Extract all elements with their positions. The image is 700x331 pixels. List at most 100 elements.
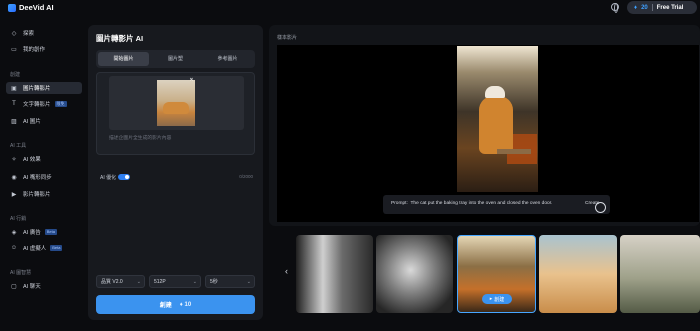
- diamond-icon: ♦: [634, 4, 638, 11]
- image-icon: ▨: [11, 118, 17, 125]
- sidebar-item-label: 我的創作: [23, 47, 46, 53]
- sidebar-item-label: AI 虛擬人: [23, 246, 47, 252]
- prompt-text: The cat put the baking tray into the ove…: [410, 201, 553, 206]
- section-label-ai-tools: AI 工具: [10, 143, 27, 149]
- avatar-icon: ☺: [10, 245, 18, 251]
- sidebar-item-ai-avatar[interactable]: ☺ AI 虛擬人 Beta: [6, 242, 82, 254]
- quality-select-value: 品質 V2.0: [101, 279, 123, 285]
- tray-shape: [497, 149, 531, 154]
- ai-optimize-row: AI 優化 0/2000: [96, 173, 255, 181]
- ai-optimize-toggle[interactable]: [118, 174, 130, 180]
- gallery-card[interactable]: [296, 235, 373, 313]
- char-count: 0/2000: [239, 174, 253, 179]
- status-badge: Beta: [44, 229, 57, 235]
- free-trial-label: Free Trial: [656, 4, 684, 11]
- deevid-logo-icon: [8, 3, 16, 12]
- generate-label: 創建: [159, 303, 172, 309]
- app-logo[interactable]: DeeVid AI: [8, 3, 54, 12]
- sidebar-item-label: 文字轉影片: [23, 102, 51, 108]
- sidebar-item-ai-chat[interactable]: ▢ AI 聊天: [6, 280, 82, 292]
- page-title: 圖片轉影片 AI: [96, 34, 144, 43]
- sidebar-item-my-creations[interactable]: ▭ 我的創作: [6, 43, 82, 55]
- image-video-icon: ▣: [11, 85, 17, 92]
- sidebar-item-label: 探索: [23, 31, 35, 37]
- resolution-select[interactable]: 512P ⌄: [149, 275, 201, 288]
- status-badge: Beta: [50, 245, 63, 251]
- prompt-input[interactable]: 描述企圖片全生成的影片內容: [109, 134, 171, 141]
- sidebar-item-ai-image[interactable]: ▨ AI 圖片: [6, 115, 82, 127]
- cat-shape: [479, 96, 513, 154]
- video-icon: ▶: [11, 191, 17, 198]
- sidebar-item-label: AI 效果: [23, 157, 41, 163]
- credit-count: 20: [641, 4, 648, 11]
- tab-reference-image[interactable]: 參考圖片: [202, 52, 253, 66]
- sidebar-item-label: 圖片轉影片: [23, 86, 51, 92]
- mode-tabs: 開始圖片 圖片塑 參考圖片: [96, 50, 255, 68]
- duration-select[interactable]: 5秒 ⌄: [205, 275, 255, 288]
- gallery-card[interactable]: [539, 235, 617, 313]
- sidebar-item-label: 影片轉影片: [23, 192, 51, 198]
- globe-icon[interactable]: [611, 3, 619, 13]
- sidebar-item-lip-sync[interactable]: ◉ AI 嘴形同步: [6, 171, 82, 183]
- section-label-ai-marketing: AI 行銷: [10, 216, 27, 222]
- chevron-down-icon: ⌄: [192, 278, 197, 285]
- sidebar-item-video-to-video[interactable]: ▶ 影片轉影片: [6, 188, 82, 200]
- video-frame: [457, 46, 538, 192]
- gallery-create-label: 創建: [494, 296, 505, 303]
- upload-preview: ✕: [109, 76, 244, 130]
- sample-video-player[interactable]: Prompt: The cat put the baking tray into…: [277, 45, 699, 222]
- sparkle-icon: ✧: [11, 156, 17, 163]
- app-name: DeeVid AI: [19, 3, 54, 12]
- sidebar-item-text-to-video[interactable]: T 文字轉影片 限免: [6, 98, 82, 110]
- gallery-create-button[interactable]: ▸ 創建: [482, 294, 512, 304]
- cursor-indicator-icon: [595, 202, 606, 213]
- top-bar: DeeVid AI ♦ 20 Free Trial: [0, 0, 700, 16]
- folder-icon: ▭: [11, 46, 17, 53]
- uploaded-image: [157, 80, 195, 126]
- tab-start-image[interactable]: 開始圖片: [98, 52, 149, 66]
- sidebar-item-image-to-video[interactable]: ▣ 圖片轉影片: [6, 82, 82, 94]
- compass-icon: ◇: [11, 30, 17, 37]
- text-icon: T: [12, 101, 16, 107]
- cat-shape: [163, 102, 189, 114]
- generate-cost: ♦ 10: [179, 301, 192, 308]
- settings-selects: 品質 V2.0 ⌄ 512P ⌄ 5秒 ⌄: [96, 275, 255, 288]
- prompt-prefix: Prompt:: [391, 201, 408, 206]
- ai-optimize-label: AI 優化: [100, 175, 117, 181]
- sample-gallery: ‹ ▸ 創建: [282, 235, 700, 313]
- lips-icon: ◉: [11, 174, 17, 181]
- sidebar-item-ai-ads[interactable]: ◈ AI 廣告 Beta: [6, 226, 82, 238]
- sample-video-panel: 樣本影片 Prompt: The cat put the baking tray…: [269, 25, 700, 226]
- sidebar-item-label: AI 聊天: [23, 284, 41, 290]
- section-label-ai-smart: AI 圖智慧: [10, 270, 32, 276]
- chevron-down-icon: ⌄: [136, 278, 141, 285]
- sidebar: ◇ 探索 ▭ 我的創作 創建 ▣ 圖片轉影片 T 文字轉影片 限免 ▨ AI 圖…: [0, 16, 84, 331]
- quality-select[interactable]: 品質 V2.0 ⌄: [96, 275, 145, 288]
- generate-button[interactable]: 創建 ♦ 10: [96, 295, 255, 314]
- sidebar-item-explore[interactable]: ◇ 探索: [6, 27, 82, 39]
- sample-prompt: Prompt: The cat put the baking tray into…: [391, 201, 552, 206]
- gallery-card[interactable]: [620, 235, 700, 313]
- section-label-create: 創建: [10, 72, 21, 78]
- close-icon[interactable]: ✕: [189, 78, 194, 83]
- sample-prompt-bar: Prompt: The cat put the baking tray into…: [383, 195, 610, 214]
- status-badge: 限免: [54, 101, 67, 107]
- credits-badge[interactable]: ♦ 20 Free Trial: [627, 1, 697, 14]
- sidebar-item-label: AI 廣告: [23, 230, 41, 236]
- sample-video-label: 樣本影片: [277, 35, 298, 41]
- chat-icon: ▢: [11, 283, 17, 290]
- gallery-card[interactable]: [376, 235, 453, 313]
- generation-panel: 圖片轉影片 AI 開始圖片 圖片塑 參考圖片 ✕ 描述企圖片全生成的影片內容 A…: [88, 25, 263, 320]
- duration-select-value: 5秒: [210, 279, 218, 285]
- chevron-left-icon[interactable]: ‹: [285, 266, 288, 276]
- chef-hat-shape: [485, 86, 505, 98]
- resolution-select-value: 512P: [154, 278, 166, 285]
- tab-image-shape[interactable]: 圖片塑: [150, 52, 201, 66]
- megaphone-icon: ◈: [11, 229, 17, 236]
- sidebar-item-label: AI 圖片: [23, 119, 41, 125]
- prompt-upload-box[interactable]: ✕ 描述企圖片全生成的影片內容: [96, 72, 255, 155]
- play-icon: ▸: [489, 296, 493, 302]
- sidebar-item-ai-effects[interactable]: ✧ AI 效果: [6, 153, 82, 165]
- divider: [651, 4, 653, 11]
- chevron-down-icon: ⌄: [246, 278, 251, 285]
